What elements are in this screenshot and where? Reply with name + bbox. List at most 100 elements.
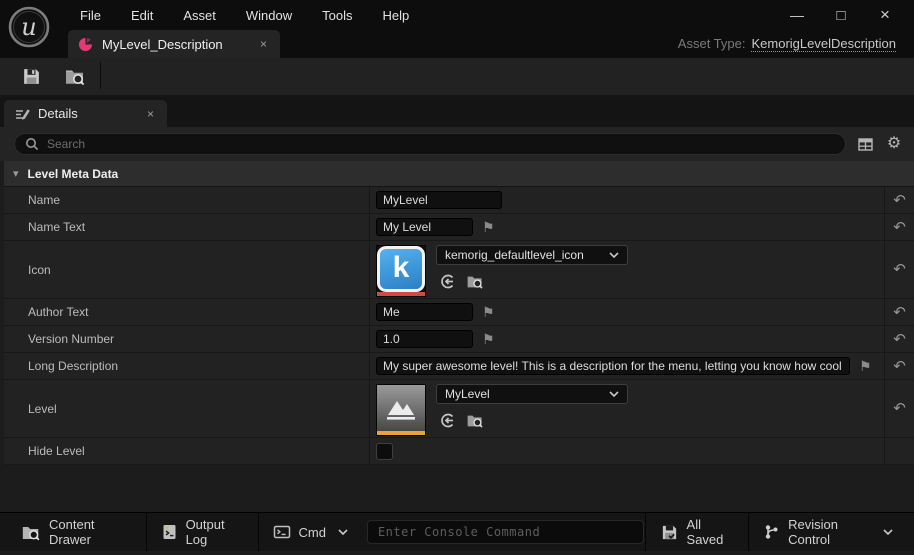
- asset-pie-icon: [78, 37, 93, 52]
- use-selected-icon: [439, 412, 456, 429]
- close-button[interactable]: ×: [870, 3, 900, 27]
- menu-edit[interactable]: Edit: [119, 4, 165, 27]
- chevron-down-icon: [609, 391, 619, 398]
- use-selected-icon: [439, 273, 456, 290]
- folder-search-icon: [64, 66, 86, 87]
- icon-asset-dropdown[interactable]: kemorig_defaultlevel_icon: [436, 245, 628, 265]
- localization-flag-icon[interactable]: ⚑: [859, 359, 872, 373]
- row-level: Level MyLevel: [4, 380, 914, 438]
- document-tab-strip: MyLevel_Description × Asset Type: Kemori…: [0, 30, 914, 58]
- reset-to-default-button[interactable]: ↶: [893, 305, 906, 320]
- search-input[interactable]: [47, 137, 835, 151]
- menu-window[interactable]: Window: [234, 4, 304, 27]
- save-button[interactable]: [18, 63, 44, 91]
- reset-to-default-button[interactable]: ↶: [893, 332, 906, 347]
- localization-flag-icon[interactable]: ⚑: [482, 305, 495, 319]
- use-selected-asset-button[interactable]: [438, 272, 456, 290]
- reset-to-default-button[interactable]: ↶: [893, 220, 906, 235]
- toolbar-separator: [100, 62, 101, 89]
- cmd-dropdown[interactable]: Cmd: [260, 513, 361, 551]
- doc-tab-label: MyLevel_Description: [102, 37, 248, 52]
- icon-asset-dropdown-value: kemorig_defaultlevel_icon: [445, 248, 584, 262]
- statusbar-separator: [258, 513, 259, 551]
- panel-empty-space: [0, 465, 914, 512]
- content-drawer-button[interactable]: Content Drawer: [8, 513, 145, 551]
- asset-type-label: Asset Type:: [678, 36, 746, 52]
- chevron-down-icon: [609, 252, 619, 259]
- details-tab-close-icon[interactable]: ×: [144, 107, 157, 121]
- all-saved-status[interactable]: All Saved: [647, 513, 748, 551]
- statusbar-separator: [146, 513, 147, 551]
- doc-tab-close-icon[interactable]: ×: [257, 37, 270, 51]
- asset-color-bar: [377, 431, 425, 435]
- field-label-long-description: Long Description: [28, 359, 118, 373]
- section-level-meta-data[interactable]: ▾ Level Meta Data: [4, 161, 914, 187]
- long-description-input[interactable]: [376, 357, 850, 375]
- reset-to-default-button[interactable]: ↶: [893, 193, 906, 208]
- output-log-label: Output Log: [186, 517, 244, 547]
- folder-search-icon: [21, 523, 41, 542]
- menu-help[interactable]: Help: [370, 4, 421, 27]
- browse-to-asset-button[interactable]: [62, 63, 88, 91]
- details-settings-button[interactable]: ⚙: [884, 134, 904, 154]
- localization-flag-icon[interactable]: ⚑: [482, 220, 495, 234]
- menu-asset[interactable]: Asset: [171, 4, 228, 27]
- use-selected-asset-button[interactable]: [438, 411, 456, 429]
- save-check-icon: [660, 523, 679, 542]
- statusbar-separator: [645, 513, 646, 551]
- asset-type: Asset Type: KemorigLevelDescription: [678, 36, 896, 52]
- author-text-input[interactable]: [376, 303, 473, 321]
- hide-level-checkbox[interactable]: [376, 443, 393, 460]
- asset-type-link[interactable]: KemorigLevelDescription: [751, 36, 896, 52]
- row-version-number: Version Number ⚑ ↶: [4, 326, 914, 353]
- details-tab[interactable]: Details ×: [4, 100, 167, 127]
- output-log-button[interactable]: Output Log: [148, 513, 257, 551]
- field-label-icon: Icon: [28, 263, 51, 277]
- save-icon: [21, 66, 42, 87]
- folder-search-icon: [466, 412, 484, 429]
- name-input[interactable]: [376, 191, 502, 209]
- svg-text:u: u: [21, 13, 36, 41]
- details-search-row: ⚙: [0, 127, 914, 161]
- title-bar: u File Edit Asset Window Tools Help — □ …: [0, 0, 914, 30]
- branch-icon: [763, 523, 780, 541]
- level-asset-dropdown[interactable]: MyLevel: [436, 384, 628, 404]
- browse-to-asset-button[interactable]: [466, 411, 484, 429]
- folder-search-icon: [466, 273, 484, 290]
- asset-color-bar: [377, 292, 425, 296]
- details-pencil-icon: [14, 106, 30, 122]
- icon-asset-thumbnail[interactable]: k: [376, 245, 426, 297]
- menu-file[interactable]: File: [68, 4, 113, 27]
- menu-tools[interactable]: Tools: [310, 4, 364, 27]
- reset-to-default-button[interactable]: ↶: [893, 262, 906, 277]
- version-number-input[interactable]: [376, 330, 473, 348]
- field-label-version-number: Version Number: [28, 332, 114, 346]
- level-asset-thumbnail[interactable]: [376, 384, 426, 436]
- browse-to-asset-button[interactable]: [466, 272, 484, 290]
- row-author-text: Author Text ⚑ ↶: [4, 299, 914, 326]
- unreal-engine-logo-icon: u: [7, 5, 51, 49]
- window-controls: — □ ×: [782, 3, 914, 27]
- minimize-button[interactable]: —: [782, 3, 812, 27]
- menu-bar: File Edit Asset Window Tools Help: [68, 4, 421, 27]
- revision-control-dropdown[interactable]: Revision Control: [750, 513, 906, 551]
- row-name-text: Name Text ⚑ ↶: [4, 214, 914, 241]
- localization-flag-icon[interactable]: ⚑: [482, 332, 495, 346]
- kemorig-icon-preview: k: [377, 246, 425, 292]
- chevron-down-icon: [338, 529, 348, 536]
- reset-to-default-button[interactable]: ↶: [893, 359, 906, 374]
- search-box[interactable]: [14, 133, 846, 155]
- doc-tab-mylevel-description[interactable]: MyLevel_Description ×: [68, 30, 280, 58]
- maximize-button[interactable]: □: [826, 3, 856, 27]
- level-asset-dropdown-value: MyLevel: [445, 387, 490, 401]
- console-command-input[interactable]: [367, 520, 644, 544]
- field-label-author-text: Author Text: [28, 305, 88, 319]
- name-text-input[interactable]: [376, 218, 473, 236]
- section-title: Level Meta Data: [28, 167, 119, 181]
- display-filter-button[interactable]: [855, 134, 875, 154]
- row-long-description: Long Description ⚑ ↶: [4, 353, 914, 380]
- column-grid-icon: [857, 136, 874, 153]
- statusbar-separator: [748, 513, 749, 551]
- reset-to-default-button[interactable]: ↶: [893, 401, 906, 416]
- details-tab-label: Details: [38, 106, 136, 121]
